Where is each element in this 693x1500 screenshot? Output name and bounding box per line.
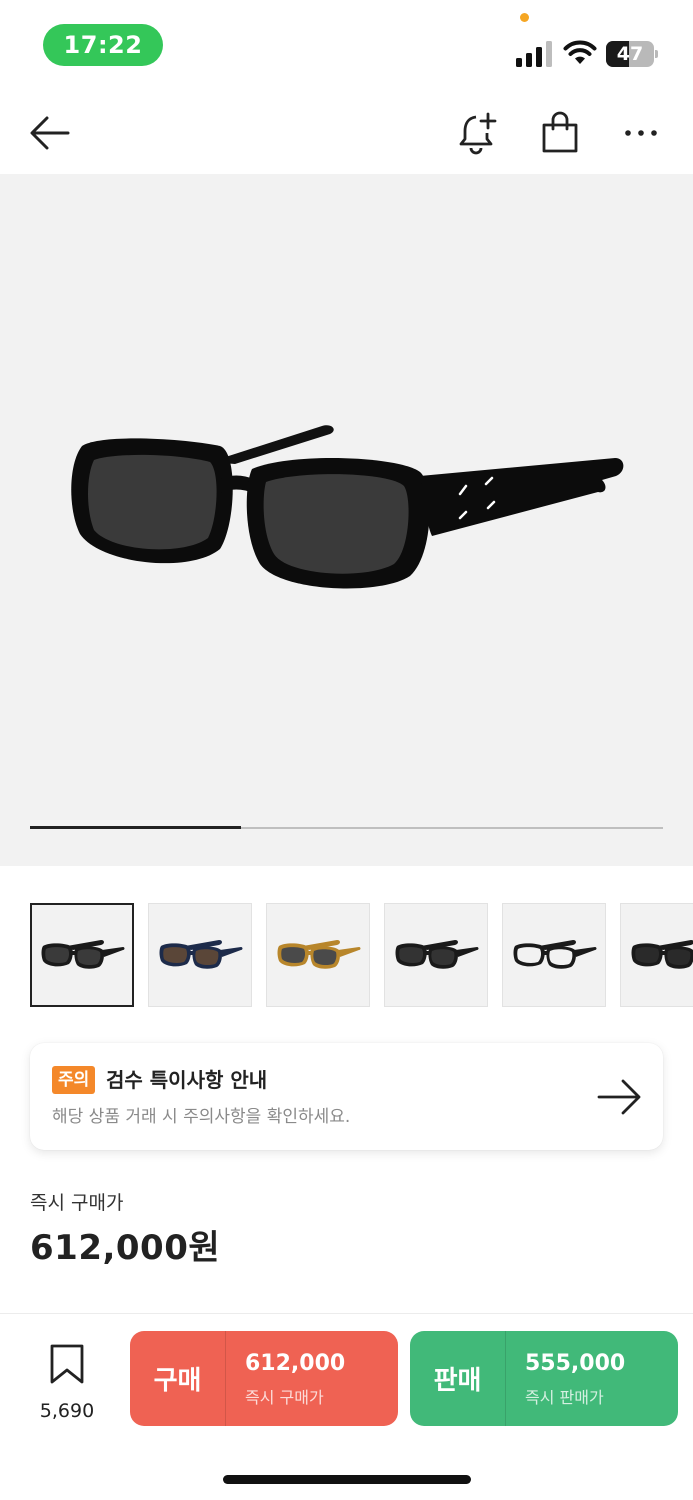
price-alert-button[interactable] <box>452 108 506 158</box>
variant-thumbnail[interactable] <box>502 903 606 1007</box>
bell-plus-icon <box>459 112 497 155</box>
privacy-indicator-dot <box>520 13 529 22</box>
back-button[interactable] <box>22 110 78 156</box>
sunglasses-thumbnail-icon <box>513 940 597 969</box>
sunglasses-thumbnail-icon <box>159 940 243 969</box>
ellipsis-icon <box>625 130 657 136</box>
battery-icon: 47 <box>606 41 658 67</box>
notice-subtitle: 해당 상품 거래 시 주의사항을 확인하세요. <box>52 1107 351 1127</box>
product-image-sunglasses <box>71 425 624 589</box>
sell-button-sublabel: 즉시 판매가 <box>525 1388 604 1407</box>
inspection-notice-card[interactable]: 주의 검수 특이사항 안내 해당 상품 거래 시 주의사항을 확인하세요. <box>30 1043 663 1150</box>
variant-thumbnail[interactable] <box>620 903 693 1007</box>
variant-thumbnail[interactable] <box>384 903 488 1007</box>
shopping-bag-button[interactable] <box>534 108 586 158</box>
arrow-right-icon <box>597 1079 641 1115</box>
cellular-signal-icon <box>516 41 552 67</box>
more-options-button[interactable] <box>614 108 668 158</box>
shopping-bag-icon <box>542 111 578 153</box>
sunglasses-thumbnail-icon <box>277 940 361 969</box>
sell-button-label: 판매 <box>433 1366 482 1396</box>
arrow-left-icon <box>30 116 70 150</box>
wishlist-count: 5,690 <box>39 1400 95 1422</box>
battery-level-text: 47 <box>616 43 644 65</box>
status-bar: 17:22 47 <box>0 0 693 90</box>
top-navigation <box>0 92 693 174</box>
instant-buy-price-label: 즉시 구매가 <box>30 1192 124 1214</box>
sell-button-price: 555,000 <box>525 1351 626 1376</box>
buy-button-sublabel: 즉시 구매가 <box>245 1388 324 1407</box>
buy-button-price: 612,000 <box>245 1351 346 1376</box>
variant-thumbnail[interactable] <box>148 903 252 1007</box>
notice-title: 검수 특이사항 안내 <box>106 1068 268 1092</box>
variant-thumbnail-strip <box>30 903 693 1007</box>
variant-thumbnail[interactable] <box>266 903 370 1007</box>
buy-button[interactable]: 구매 612,000 즉시 구매가 <box>130 1331 398 1426</box>
gallery-progress-fill <box>30 826 241 829</box>
variant-thumbnail[interactable] <box>30 903 134 1007</box>
sunglasses-thumbnail-icon <box>41 940 125 969</box>
notice-badge: 주의 <box>52 1066 96 1094</box>
gallery-progress-track <box>30 826 663 829</box>
product-image-gallery[interactable] <box>0 174 693 866</box>
bookmark-icon <box>50 1344 84 1384</box>
buy-button-label: 구매 <box>153 1366 202 1396</box>
sell-button[interactable]: 판매 555,000 즉시 판매가 <box>410 1331 678 1426</box>
wishlist-button[interactable]: 5,690 <box>28 1344 106 1424</box>
status-time: 17:22 <box>43 24 163 66</box>
instant-buy-price-value: 612,000원 <box>30 1228 221 1268</box>
bottom-action-bar: 5,690 구매 612,000 즉시 구매가 판매 555,000 즉시 판매… <box>0 1313 693 1500</box>
wifi-icon <box>563 40 597 64</box>
sunglasses-thumbnail-icon <box>631 940 693 969</box>
sunglasses-thumbnail-icon <box>395 940 479 969</box>
home-indicator <box>223 1475 471 1484</box>
